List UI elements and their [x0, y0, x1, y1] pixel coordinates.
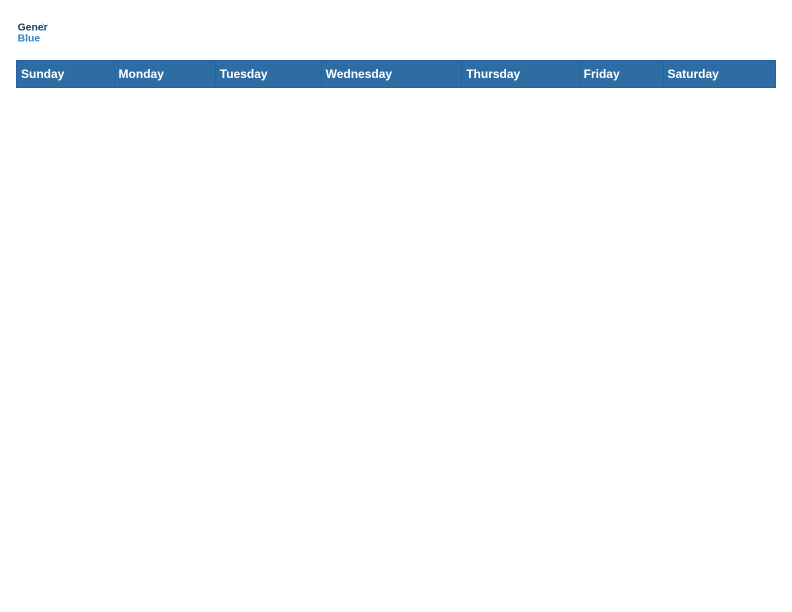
svg-text:Blue: Blue — [18, 34, 41, 45]
calendar-table: SundayMondayTuesdayWednesdayThursdayFrid… — [16, 60, 776, 88]
weekday-sunday: Sunday — [17, 61, 115, 88]
weekday-monday: Monday — [114, 61, 215, 88]
weekday-friday: Friday — [579, 61, 663, 88]
page-header: General Blue — [16, 16, 776, 48]
weekday-thursday: Thursday — [462, 61, 579, 88]
weekday-header-row: SundayMondayTuesdayWednesdayThursdayFrid… — [17, 61, 776, 88]
svg-text:General: General — [18, 22, 48, 33]
weekday-saturday: Saturday — [663, 61, 776, 88]
weekday-wednesday: Wednesday — [321, 61, 462, 88]
logo-icon: General Blue — [16, 16, 48, 48]
weekday-tuesday: Tuesday — [215, 61, 321, 88]
logo: General Blue — [16, 16, 48, 48]
